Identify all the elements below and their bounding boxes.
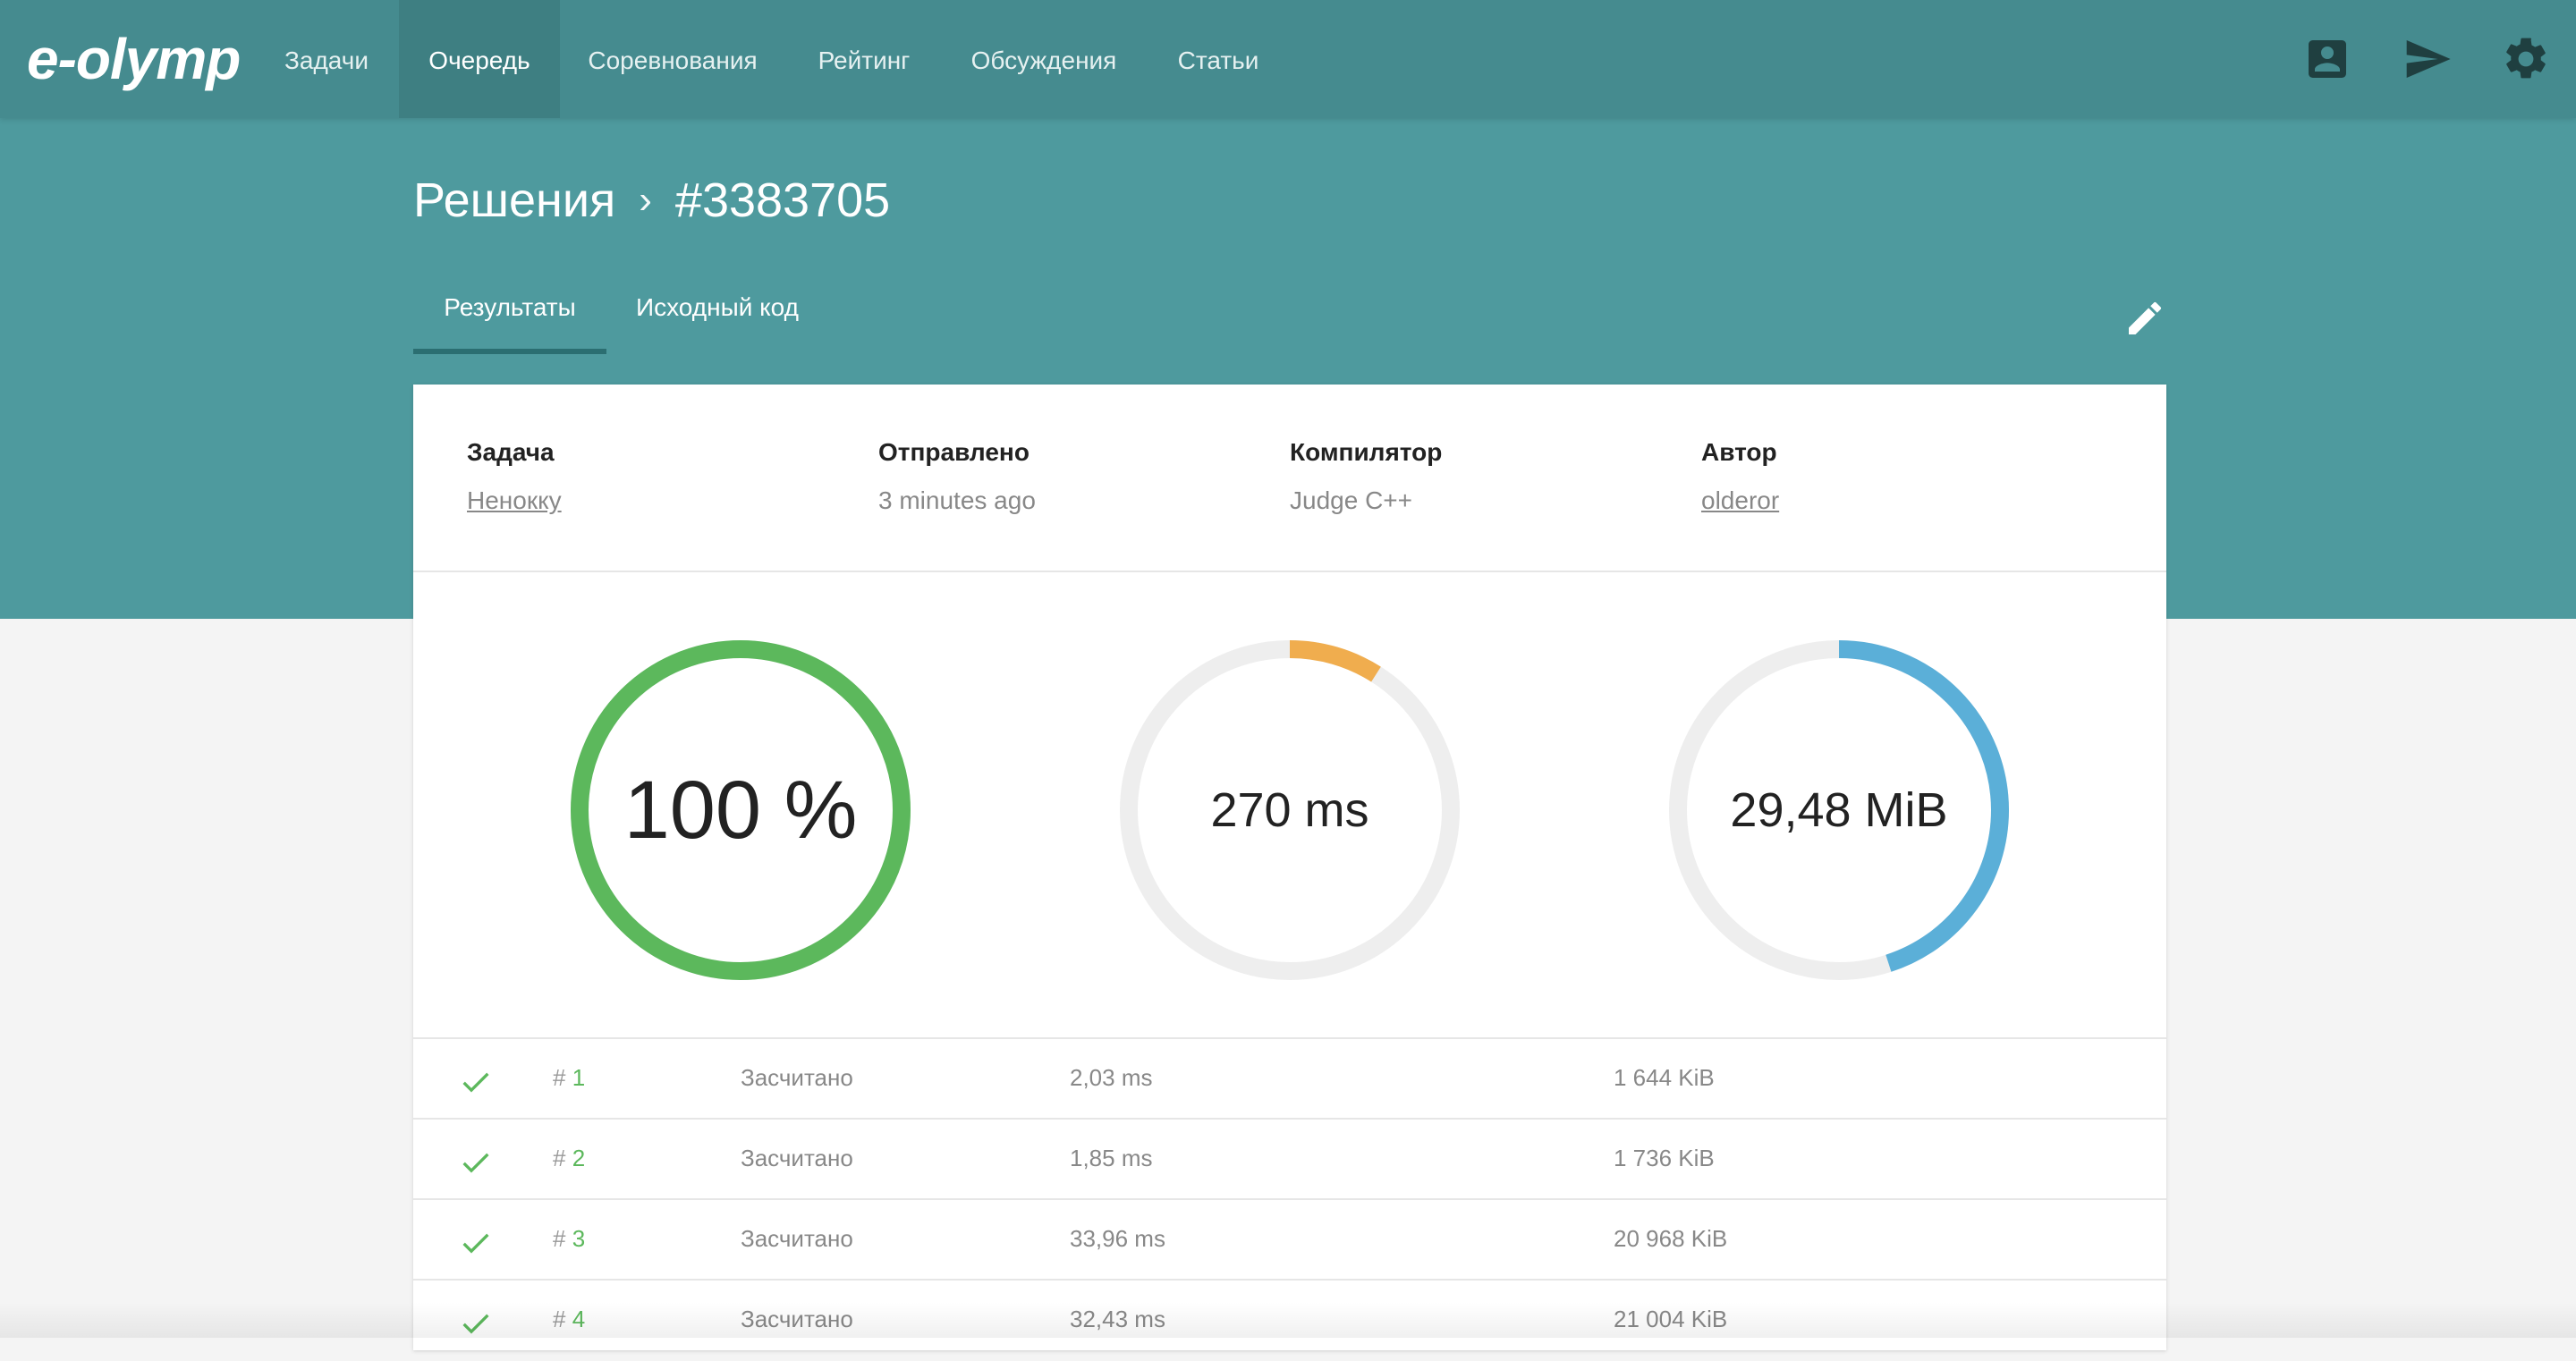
test-number: # 3	[553, 1225, 586, 1252]
check-icon	[458, 1064, 494, 1100]
tab-source-code[interactable]: Исходный код	[615, 283, 819, 349]
problem-link[interactable]: Ненокку	[467, 483, 843, 519]
nav-item-rating[interactable]: Рейтинг	[798, 0, 930, 118]
nav-item-competitions[interactable]: Соревнования	[572, 0, 773, 118]
test-memory: 1 644 KiB	[1614, 1064, 1715, 1091]
settings-gear-icon[interactable]	[2501, 34, 2551, 84]
nav-item-discussions[interactable]: Обсуждения	[952, 0, 1136, 118]
breadcrumb-current: #3383705	[674, 173, 891, 227]
memory-gauge: 29,48 MiB	[1660, 631, 2018, 989]
test-status: Засчитано	[741, 1064, 853, 1091]
solution-card: Задача Ненокку Отправлено 3 minutes ago …	[413, 385, 2166, 1350]
meta-compiler: Компилятор Judge C++	[1290, 435, 1665, 519]
time-gauge: 270 ms	[1111, 631, 1469, 989]
meta-label-submitted: Отправлено	[878, 438, 1030, 466]
test-memory: 1 736 KiB	[1614, 1145, 1715, 1171]
check-icon	[458, 1225, 494, 1261]
score-gauge: 100 %	[562, 631, 919, 989]
test-status: Засчитано	[741, 1145, 853, 1171]
meta-submitted: Отправлено 3 minutes ago	[878, 435, 1254, 519]
account-box-icon[interactable]	[2302, 34, 2352, 84]
test-status: Засчитано	[741, 1225, 853, 1252]
nav-item-articles[interactable]: Статьи	[1159, 0, 1277, 118]
window-bottom-shadow	[0, 1302, 2576, 1338]
nav-item-queue[interactable]: Очередь	[399, 0, 560, 118]
nav-item-problems[interactable]: Задачи	[265, 0, 388, 118]
meta-problem: Задача Ненокку	[467, 435, 843, 519]
compiler-value: Judge C++	[1290, 486, 1412, 514]
test-memory: 20 968 KiB	[1614, 1225, 1728, 1252]
test-time: 1,85 ms	[1070, 1145, 1153, 1171]
edit-pencil-icon[interactable]	[2123, 297, 2166, 340]
meta-label-problem: Задача	[467, 438, 555, 466]
tab-results[interactable]: Результаты	[413, 283, 606, 354]
meta-author: Автор olderor	[1701, 435, 2077, 519]
author-link[interactable]: olderor	[1701, 483, 2077, 519]
check-icon	[458, 1145, 494, 1180]
breadcrumb: Решения › #3383705	[413, 161, 890, 232]
meta-divider	[413, 571, 2166, 572]
table-row: # 2 Засчитано 1,85 ms 1 736 KiB	[413, 1118, 2166, 1200]
test-time: 33,96 ms	[1070, 1225, 1165, 1252]
memory-gauge-label: 29,48 MiB	[1730, 783, 1948, 837]
submitted-time: 3 minutes ago	[878, 486, 1036, 514]
table-row: # 3 Засчитано 33,96 ms 20 968 KiB	[413, 1198, 2166, 1281]
breadcrumb-parent[interactable]: Решения	[413, 165, 615, 236]
send-icon[interactable]	[2402, 34, 2453, 84]
test-number: # 2	[553, 1145, 586, 1171]
score-gauge-label: 100 %	[623, 765, 858, 856]
test-time: 2,03 ms	[1070, 1064, 1153, 1091]
site-logo[interactable]: e-olymp	[27, 25, 241, 93]
meta-label-author: Автор	[1701, 438, 1777, 466]
time-gauge-label: 270 ms	[1210, 783, 1369, 837]
table-row: # 1 Засчитано 2,03 ms 1 644 KiB	[413, 1037, 2166, 1120]
meta-label-compiler: Компилятор	[1290, 438, 1443, 466]
breadcrumb-separator: ›	[639, 177, 652, 222]
test-number: # 1	[553, 1064, 586, 1091]
top-navbar: e-olymp Задачи Очередь Соревнования Рейт…	[0, 0, 2576, 118]
